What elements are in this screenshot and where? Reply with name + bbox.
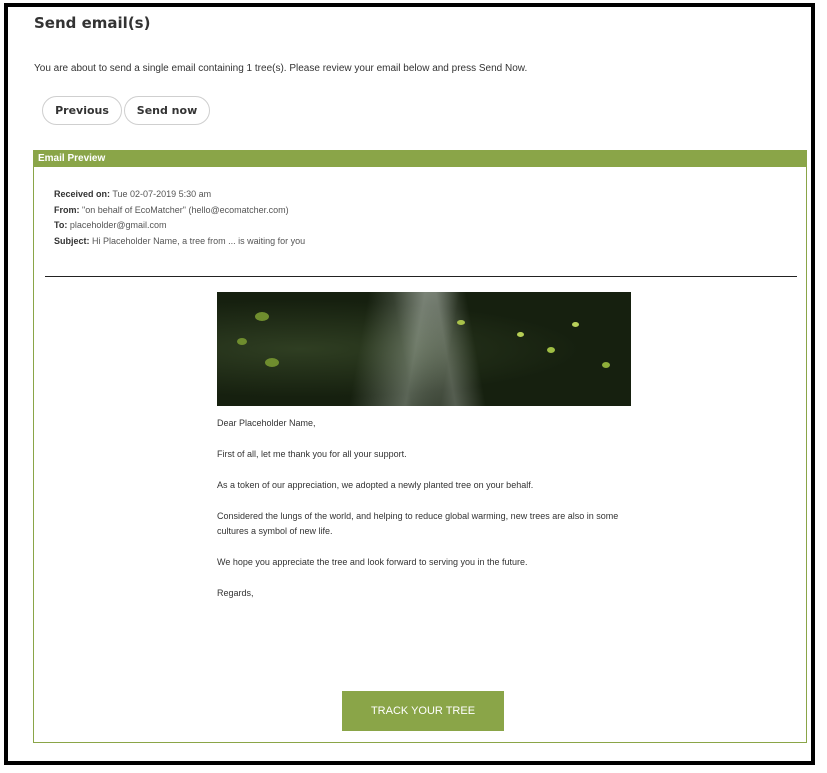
leaf-decoration — [457, 320, 465, 325]
from-row: From: "on behalf of EcoMatcher" (hello@e… — [54, 203, 305, 219]
send-now-button[interactable]: Send now — [124, 96, 210, 125]
body-paragraph: As a token of our appreciation, we adopt… — [217, 480, 534, 490]
email-preview-header: Email Preview — [34, 151, 806, 167]
greeting-text: Dear Placeholder Name, — [217, 418, 316, 428]
previous-button[interactable]: Previous — [42, 96, 122, 125]
to-label: To: — [54, 220, 68, 230]
email-preview-panel: Email Preview Received on: Tue 02-07-201… — [33, 150, 807, 743]
to-row: To: placeholder@gmail.com — [54, 218, 305, 234]
body-paragraph: First of all, let me thank you for all y… — [217, 449, 407, 459]
to-value: placeholder@gmail.com — [69, 220, 167, 230]
forest-banner-image — [217, 292, 631, 406]
email-meta: Received on: Tue 02-07-2019 5:30 am From… — [54, 187, 305, 249]
page-title: Send email(s) — [34, 14, 151, 32]
subject-row: Subject: Hi Placeholder Name, a tree fro… — [54, 234, 305, 250]
email-body: Dear Placeholder Name, First of all, let… — [217, 416, 637, 617]
divider — [45, 276, 797, 277]
received-label: Received on: — [54, 189, 111, 199]
from-label: From: — [54, 204, 80, 215]
leaf-decoration — [517, 332, 524, 337]
leaf-decoration — [265, 358, 279, 367]
body-paragraph: Considered the lungs of the world, and h… — [217, 511, 619, 536]
received-value: Tue 02-07-2019 5:30 am — [112, 189, 212, 199]
body-paragraph: We hope you appreciate the tree and look… — [217, 557, 528, 567]
leaf-decoration — [255, 312, 269, 321]
track-your-tree-button[interactable]: TRACK YOUR TREE — [342, 691, 504, 731]
from-value: "on behalf of EcoMatcher" (hello@ecomatc… — [82, 204, 289, 215]
received-row: Received on: Tue 02-07-2019 5:30 am — [54, 187, 305, 203]
subject-value: Hi Placeholder Name, a tree from ... is … — [92, 235, 306, 246]
leaf-decoration — [547, 347, 555, 353]
leaf-decoration — [237, 338, 247, 345]
closing-text: Regards, — [217, 588, 254, 598]
leaf-decoration — [602, 362, 610, 368]
intro-text: You are about to send a single email con… — [34, 63, 528, 74]
subject-label: Subject: — [54, 235, 90, 246]
leaf-decoration — [572, 322, 579, 327]
